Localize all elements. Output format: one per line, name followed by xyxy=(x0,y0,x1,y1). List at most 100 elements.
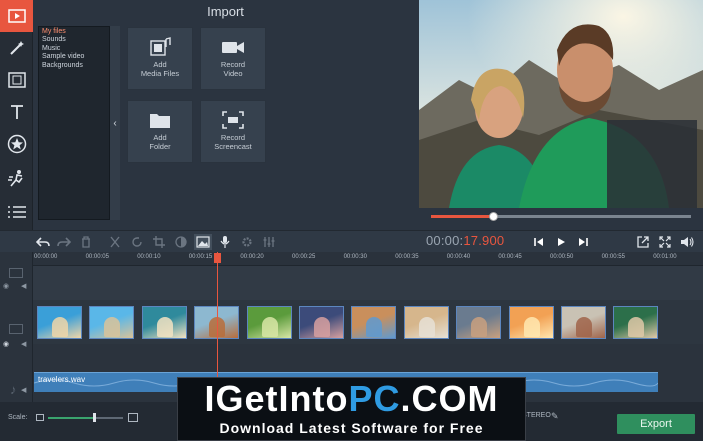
ruler-tick: 00:00:05 xyxy=(85,254,109,260)
speaker-icon[interactable]: ◀ xyxy=(21,386,26,394)
eye-icon[interactable]: ◉ xyxy=(3,282,9,290)
tree-item-sounds[interactable]: Sounds xyxy=(42,36,106,44)
motion-icon[interactable] xyxy=(0,162,33,194)
ruler-tick: 00:00:50 xyxy=(550,254,574,260)
ruler-tick: 00:00:15 xyxy=(188,254,213,260)
file-tree: My files Sounds Music Sample video Backg… xyxy=(38,26,110,220)
scale-label: Scale: xyxy=(8,414,28,421)
media-files-icon xyxy=(149,36,171,58)
volume-icon[interactable] xyxy=(678,234,696,250)
overlay-track[interactable] xyxy=(33,266,703,300)
video-clip[interactable] xyxy=(403,306,449,339)
scale-slider-fill xyxy=(48,417,94,419)
player-scrub-bar xyxy=(419,208,703,230)
watermark-title-c: .COM xyxy=(400,378,499,419)
trash-icon[interactable] xyxy=(77,234,95,250)
watermark-subtitle: Download Latest Software for Free xyxy=(219,420,484,436)
zoom-in-icon[interactable] xyxy=(128,413,138,422)
ruler-tick: 00:00:30 xyxy=(343,254,367,260)
ruler-tick: 00:00:25 xyxy=(292,254,316,260)
export-button[interactable]: Export xyxy=(617,414,695,434)
overlay-track-icon xyxy=(9,268,23,278)
tree-item-my-files[interactable]: My files xyxy=(42,28,106,36)
scale-slider-handle[interactable] xyxy=(93,413,96,422)
tree-item-music[interactable]: Music xyxy=(42,45,106,53)
color-adjust-icon[interactable] xyxy=(172,234,190,250)
ruler-tick: 00:00:35 xyxy=(395,254,419,260)
scrub-progress xyxy=(431,215,494,218)
video-clip[interactable] xyxy=(299,306,344,339)
tree-item-backgrounds[interactable]: Backgrounds xyxy=(42,62,106,70)
cut-icon[interactable] xyxy=(106,234,124,250)
video-preview xyxy=(419,0,703,208)
audio-channel-label: STEREO xyxy=(522,412,551,419)
import-icon[interactable] xyxy=(0,0,33,32)
screencast-icon xyxy=(222,109,244,131)
collapse-panel-button[interactable]: ‹ xyxy=(110,26,120,220)
record-screencast-button[interactable]: Record Screencast xyxy=(200,100,266,163)
magic-wand-icon[interactable] xyxy=(0,32,33,64)
speaker-icon[interactable]: ◀ xyxy=(21,340,26,348)
tile-label-line2: Screencast xyxy=(214,141,252,151)
redo-icon[interactable] xyxy=(55,234,73,250)
playhead-handle[interactable] xyxy=(214,253,221,263)
video-clip[interactable] xyxy=(37,306,82,339)
rotate-icon[interactable] xyxy=(128,234,146,250)
timecode-fraction: 17.900 xyxy=(463,233,505,248)
music-note-icon: ♪ xyxy=(10,382,17,397)
watermark-title-b: PC xyxy=(348,378,401,419)
add-media-files-button[interactable]: Add Media Files xyxy=(127,27,193,90)
ruler-tick: 00:00:45 xyxy=(498,254,522,260)
export-frame-icon[interactable] xyxy=(634,234,652,250)
chevron-left-icon: ‹ xyxy=(113,117,117,129)
video-clip[interactable] xyxy=(613,306,659,339)
play-icon[interactable] xyxy=(552,234,570,250)
tool-rail xyxy=(0,0,33,232)
watermark-title: IGetIntoPC.COM xyxy=(177,380,526,418)
video-track-icon xyxy=(9,324,23,334)
folder-icon xyxy=(149,109,171,131)
add-folder-button[interactable]: Add Folder xyxy=(127,100,193,163)
watermark-title-a: IGetInto xyxy=(204,378,349,419)
ruler-tick: 00:01:00 xyxy=(653,254,677,260)
video-clip[interactable] xyxy=(561,306,606,339)
video-clip[interactable] xyxy=(89,306,135,339)
tile-label-line2: Video xyxy=(223,68,243,78)
undo-icon[interactable] xyxy=(34,234,52,250)
tile-label-line2: Folder xyxy=(149,141,171,151)
panel-title: Import xyxy=(207,4,244,19)
timecode-display: 00:00:17.900 xyxy=(426,233,504,248)
fullscreen-icon[interactable] xyxy=(656,234,674,250)
equalizer-icon[interactable] xyxy=(260,234,278,250)
video-clip[interactable] xyxy=(141,306,187,339)
tile-label-line2: Media Files xyxy=(140,68,180,78)
video-clip[interactable] xyxy=(351,306,397,339)
pencil-icon[interactable]: ✎ xyxy=(551,411,559,422)
ruler-tick: 00:00:10 xyxy=(137,254,161,260)
star-icon[interactable] xyxy=(0,128,33,160)
text-icon[interactable] xyxy=(0,96,33,128)
eye-icon[interactable]: ◉ xyxy=(3,340,9,348)
video-clip[interactable] xyxy=(246,306,292,339)
time-ruler[interactable]: 00:00:00 00:00:05 00:00:10 00:00:15 00:00:20… xyxy=(33,252,703,266)
audio-clip-label: travelers.wav xyxy=(38,375,86,384)
filmstrip-icon[interactable] xyxy=(0,64,33,96)
previous-frame-icon[interactable] xyxy=(530,234,548,250)
next-frame-icon[interactable] xyxy=(574,234,592,250)
zoom-out-icon[interactable] xyxy=(36,414,44,421)
gear-icon[interactable] xyxy=(238,234,256,250)
video-clip[interactable] xyxy=(456,306,502,339)
tree-item-sample-video[interactable]: Sample video xyxy=(42,53,106,61)
image-icon[interactable] xyxy=(194,234,212,250)
crop-icon[interactable] xyxy=(150,234,168,250)
menu-icon[interactable] xyxy=(0,196,33,228)
ruler-tick: 00:00:00 xyxy=(34,254,58,260)
microphone-icon[interactable] xyxy=(216,234,234,250)
speaker-icon[interactable]: ◀ xyxy=(21,282,26,290)
scrub-handle[interactable] xyxy=(488,212,498,221)
ruler-tick: 00:00:20 xyxy=(240,254,264,260)
video-clip[interactable] xyxy=(508,306,554,339)
record-video-button[interactable]: Record Video xyxy=(200,27,266,90)
ruler-tick: 00:00:55 xyxy=(601,254,625,260)
camera-icon xyxy=(221,36,245,58)
